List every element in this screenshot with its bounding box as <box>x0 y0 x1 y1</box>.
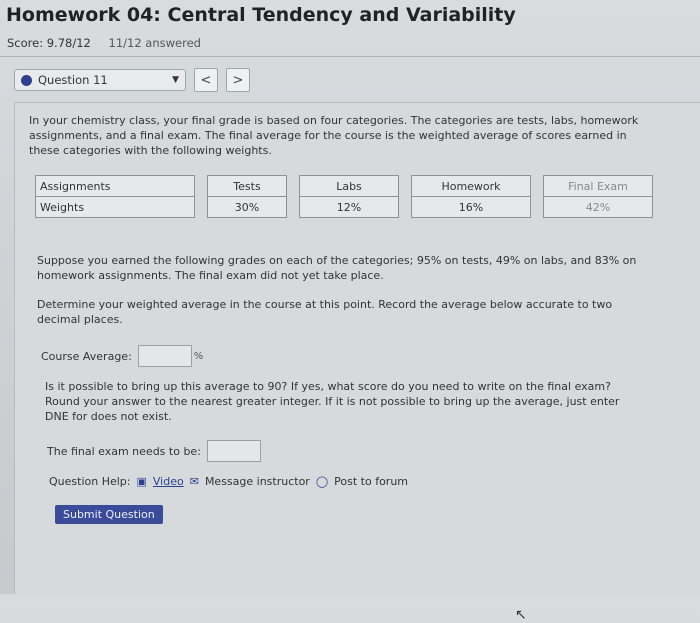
table-cell: Homework <box>411 175 531 197</box>
message-instructor-link[interactable]: Message instructor <box>205 475 310 488</box>
table-cell: 30% <box>207 196 287 218</box>
final-exam-input[interactable] <box>206 440 261 462</box>
question-help-label: Question Help: <box>49 475 131 488</box>
score-line: Score: 9.78/12 11/12 answered <box>7 36 201 50</box>
question-instruction: Determine your weighted average in the c… <box>37 298 613 326</box>
mail-icon: ✉ <box>189 475 199 488</box>
question-scenario: Suppose you earned the following grades … <box>37 254 637 282</box>
table-row: Assignments Tests Labs Homework Final Ex… <box>35 175 653 197</box>
course-average-input[interactable] <box>137 345 192 367</box>
status-dot-icon <box>21 74 32 86</box>
percent-label: % <box>193 350 204 362</box>
score-text: Score: 9.78/12 <box>7 36 91 50</box>
prev-question-button[interactable]: < <box>194 68 218 92</box>
table-cell: 16% <box>411 196 531 218</box>
header-divider <box>0 56 700 57</box>
question-intro: In your chemistry class, your final grad… <box>29 114 639 157</box>
final-exam-label: The final exam needs to be: <box>47 444 201 458</box>
table-cell: Labs <box>299 175 399 197</box>
table-cell: Final Exam <box>543 175 653 197</box>
page-title: Homework 04: Central Tendency and Variab… <box>6 4 516 26</box>
weights-table: Assignments Tests Labs Homework Final Ex… <box>35 175 653 218</box>
question-followup: Is it possible to bring up this average … <box>45 380 620 423</box>
question-panel: In your chemistry class, your final grad… <box>14 102 700 623</box>
table-row: Weights 30% 12% 16% 42% <box>35 196 653 218</box>
table-cell: Weights <box>35 196 195 218</box>
table-cell: 12% <box>299 196 399 218</box>
video-link[interactable]: Video <box>153 475 184 488</box>
table-cell: 42% <box>543 196 653 218</box>
course-average-row: Course Average: % <box>41 345 203 367</box>
answered-count: 11/12 answered <box>108 36 201 50</box>
caret-down-icon: ▼ <box>172 75 179 85</box>
table-cell: Assignments <box>35 175 195 197</box>
post-to-forum-link[interactable]: Post to forum <box>334 475 408 488</box>
question-nav: Question 11 ▼ < > <box>14 68 250 92</box>
video-icon: ▣ <box>136 475 147 488</box>
forum-icon: ◯ <box>315 475 329 488</box>
question-select-label: Question 11 <box>38 73 108 87</box>
final-exam-row: The final exam needs to be: <box>47 440 261 462</box>
next-question-button[interactable]: > <box>226 68 250 92</box>
submit-question-button[interactable]: Submit Question <box>55 505 163 524</box>
question-select[interactable]: Question 11 ▼ <box>14 69 186 91</box>
question-help: Question Help: ▣ Video ✉ Message instruc… <box>49 475 408 488</box>
cursor-icon: ↖ <box>515 607 527 623</box>
table-cell: Tests <box>207 175 287 197</box>
course-average-label: Course Average: <box>41 349 132 363</box>
